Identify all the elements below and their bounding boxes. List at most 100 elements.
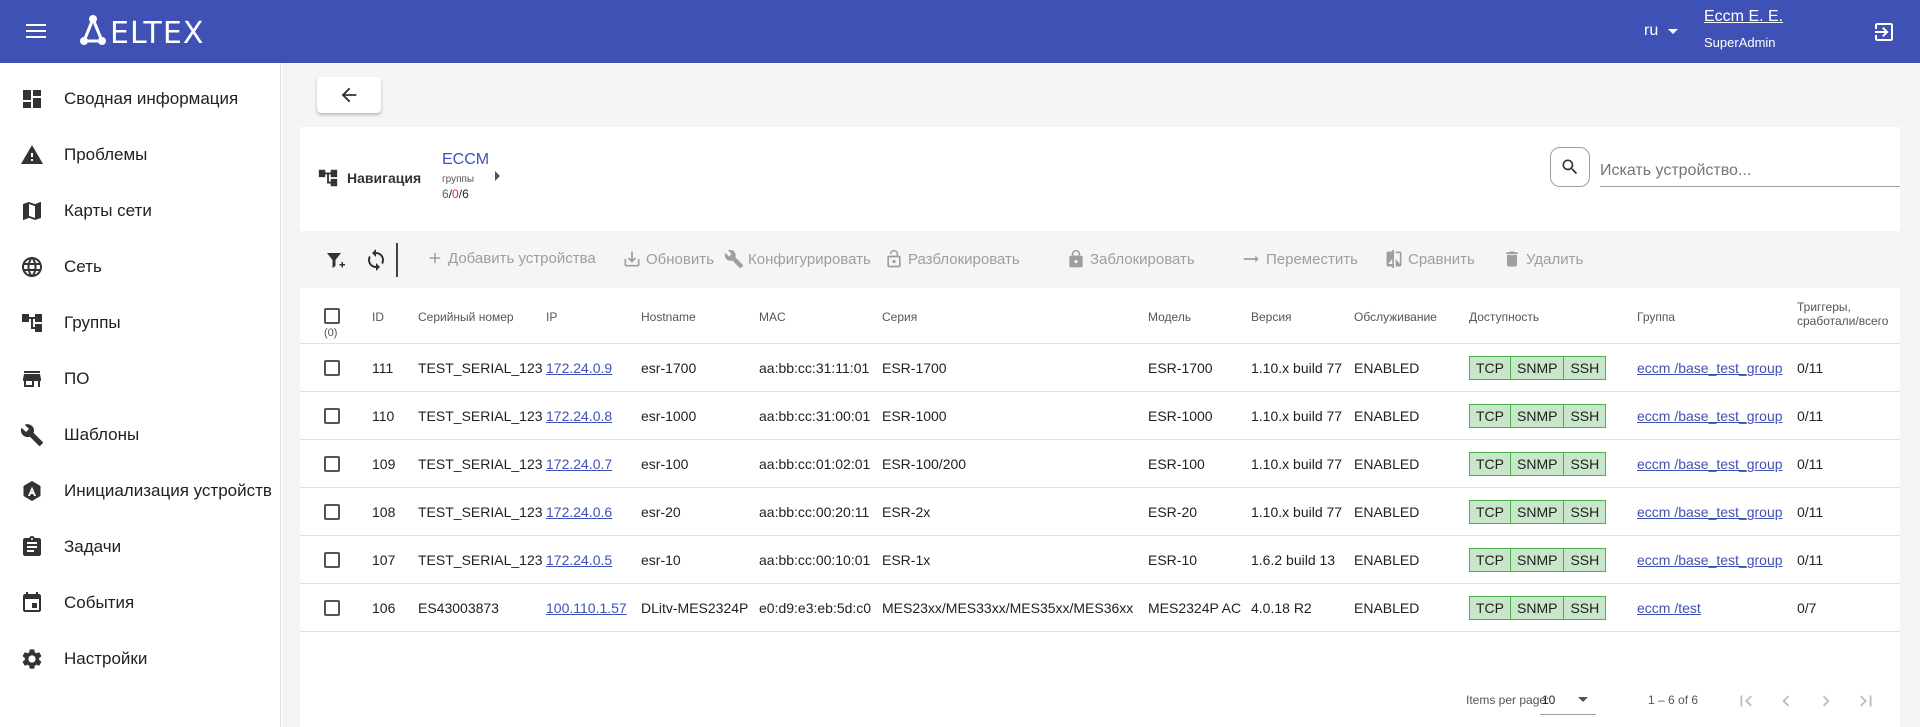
add-devices-button[interactable]: Добавить устройства	[426, 249, 596, 267]
search-button[interactable]	[1550, 147, 1590, 187]
cell-hostname: esr-1700	[641, 360, 697, 376]
tcp-badge[interactable]: TCP	[1470, 549, 1511, 571]
table-row[interactable]: 107 TEST_SERIAL_123 172.24.0.5 esr-10 aa…	[300, 536, 1900, 584]
col-availability[interactable]: Доступность	[1469, 310, 1539, 324]
ssh-badge[interactable]: SSH	[1564, 357, 1606, 379]
sidebar-item-events[interactable]: События	[0, 575, 280, 631]
next-page-icon[interactable]	[1812, 687, 1840, 715]
language-selector[interactable]: ru	[1644, 22, 1679, 40]
col-service[interactable]: Обслуживание	[1354, 310, 1437, 324]
table-row[interactable]: 109 TEST_SERIAL_123 172.24.0.7 esr-100 a…	[300, 440, 1900, 488]
snmp-badge[interactable]: SNMP	[1511, 597, 1565, 619]
sidebar-item-summary[interactable]: Сводная информация	[0, 71, 280, 127]
col-version[interactable]: Версия	[1251, 310, 1292, 324]
cell-version: 1.10.x build 77	[1251, 408, 1343, 424]
back-button[interactable]	[317, 77, 381, 113]
tcp-badge[interactable]: TCP	[1470, 405, 1511, 427]
navigation-toggle[interactable]: Навигация	[317, 167, 421, 189]
table-row[interactable]: 106 ES43003873 100.110.1.57 DLitv-MES232…	[300, 584, 1900, 632]
ssh-badge[interactable]: SSH	[1564, 501, 1606, 523]
row-checkbox[interactable]	[324, 456, 340, 472]
delete-button[interactable]: Удалить	[1502, 249, 1583, 269]
cell-service: ENABLED	[1354, 408, 1420, 424]
sidebar-item-settings[interactable]: Настройки	[0, 631, 280, 687]
cell-group-link[interactable]: eccm /base_test_group	[1637, 360, 1783, 376]
snmp-badge[interactable]: SNMP	[1511, 453, 1565, 475]
cell-model: ESR-1700	[1148, 360, 1213, 376]
row-checkbox[interactable]	[324, 552, 340, 568]
cell-group-link[interactable]: eccm /base_test_group	[1637, 408, 1783, 424]
cell-ip-link[interactable]: 100.110.1.57	[546, 600, 627, 616]
cell-group-link[interactable]: eccm /base_test_group	[1637, 552, 1783, 568]
refresh-button[interactable]: Обновить	[622, 249, 714, 269]
sidebar-item-templates[interactable]: Шаблоны	[0, 407, 280, 463]
cell-ip-link[interactable]: 172.24.0.9	[546, 360, 612, 376]
col-triggers[interactable]: Триггеры, сработали/всего	[1797, 300, 1888, 328]
lock-button[interactable]: Заблокировать	[1066, 249, 1195, 269]
col-group[interactable]: Группа	[1637, 310, 1675, 324]
clipboard-icon	[23, 536, 41, 556]
cell-group-link[interactable]: eccm /test	[1637, 600, 1701, 616]
sidebar-item-maps[interactable]: Карты сети	[0, 183, 280, 239]
table-row[interactable]: 108 TEST_SERIAL_123 172.24.0.6 esr-20 aa…	[300, 488, 1900, 536]
tcp-badge[interactable]: TCP	[1470, 501, 1511, 523]
items-per-page-select[interactable]: 10	[1540, 685, 1596, 715]
last-page-icon[interactable]	[1852, 687, 1880, 715]
col-mac[interactable]: MAC	[759, 310, 786, 324]
tcp-badge[interactable]: TCP	[1470, 357, 1511, 379]
sync-icon[interactable]	[362, 246, 390, 274]
first-page-icon[interactable]	[1732, 687, 1760, 715]
ssh-badge[interactable]: SSH	[1564, 453, 1606, 475]
sidebar-item-device-init[interactable]: Инициализация устройств	[0, 463, 280, 519]
col-id[interactable]: ID	[372, 310, 384, 324]
previous-page-icon[interactable]	[1772, 687, 1800, 715]
col-model[interactable]: Модель	[1148, 310, 1191, 324]
breadcrumb-root-link[interactable]: ECCM	[442, 151, 489, 169]
row-checkbox[interactable]	[324, 408, 340, 424]
filter-add-icon[interactable]	[322, 246, 350, 274]
cell-ip-link[interactable]: 172.24.0.5	[546, 552, 612, 568]
sidebar-item-groups[interactable]: Группы	[0, 295, 280, 351]
row-checkbox[interactable]	[324, 504, 340, 520]
hamburger-menu-icon[interactable]	[22, 20, 50, 44]
sidebar-item-tasks[interactable]: Задачи	[0, 519, 280, 575]
cell-group-link[interactable]: eccm /base_test_group	[1637, 504, 1783, 520]
snmp-badge[interactable]: SNMP	[1511, 549, 1565, 571]
sidebar-item-software[interactable]: ПО	[0, 351, 280, 407]
unlock-button[interactable]: Разблокировать	[884, 249, 1020, 269]
cell-ip-link[interactable]: 172.24.0.8	[546, 408, 612, 424]
snmp-badge[interactable]: SNMP	[1511, 357, 1565, 379]
user-name-link[interactable]: Eccm E. E.	[1704, 8, 1783, 26]
move-button[interactable]: Переместить	[1242, 249, 1358, 269]
col-ip[interactable]: IP	[546, 310, 557, 324]
cell-model: MES2324P AC	[1148, 600, 1242, 616]
configure-button[interactable]: Конфигурировать	[724, 249, 871, 269]
col-serial[interactable]: Серийный номер	[418, 310, 514, 324]
sidebar-item-problems[interactable]: Проблемы	[0, 127, 280, 183]
cell-serial: TEST_SERIAL_123	[418, 504, 543, 520]
row-checkbox[interactable]	[324, 360, 340, 376]
compare-button[interactable]: Сравнить	[1384, 249, 1475, 269]
ssh-badge[interactable]: SSH	[1564, 405, 1606, 427]
eltex-logo[interactable]: ELTEX	[78, 11, 248, 51]
logout-icon[interactable]	[1872, 20, 1896, 44]
snmp-badge[interactable]: SNMP	[1511, 405, 1565, 427]
cell-ip-link[interactable]: 172.24.0.7	[546, 456, 612, 472]
tcp-badge[interactable]: TCP	[1470, 597, 1511, 619]
cell-mac: e0:d9:e3:eb:5d:c0	[759, 600, 872, 616]
tcp-badge[interactable]: TCP	[1470, 453, 1511, 475]
cell-ip-link[interactable]: 172.24.0.6	[546, 504, 612, 520]
cell-group-link[interactable]: eccm /base_test_group	[1637, 456, 1783, 472]
table-row[interactable]: 111 TEST_SERIAL_123 172.24.0.9 esr-1700 …	[300, 344, 1900, 392]
col-hostname[interactable]: Hostname	[641, 310, 696, 324]
sidebar-item-network[interactable]: Сеть	[0, 239, 280, 295]
row-checkbox[interactable]	[324, 600, 340, 616]
select-all-checkbox[interactable]	[324, 308, 340, 324]
table-row[interactable]: 110 TEST_SERIAL_123 172.24.0.8 esr-1000 …	[300, 392, 1900, 440]
ssh-badge[interactable]: SSH	[1564, 549, 1606, 571]
ssh-badge[interactable]: SSH	[1564, 597, 1606, 619]
snmp-badge[interactable]: SNMP	[1511, 501, 1565, 523]
col-series[interactable]: Серия	[882, 310, 917, 324]
device-search-input[interactable]	[1600, 155, 1900, 187]
breadcrumb-expand-icon[interactable]	[495, 171, 500, 181]
